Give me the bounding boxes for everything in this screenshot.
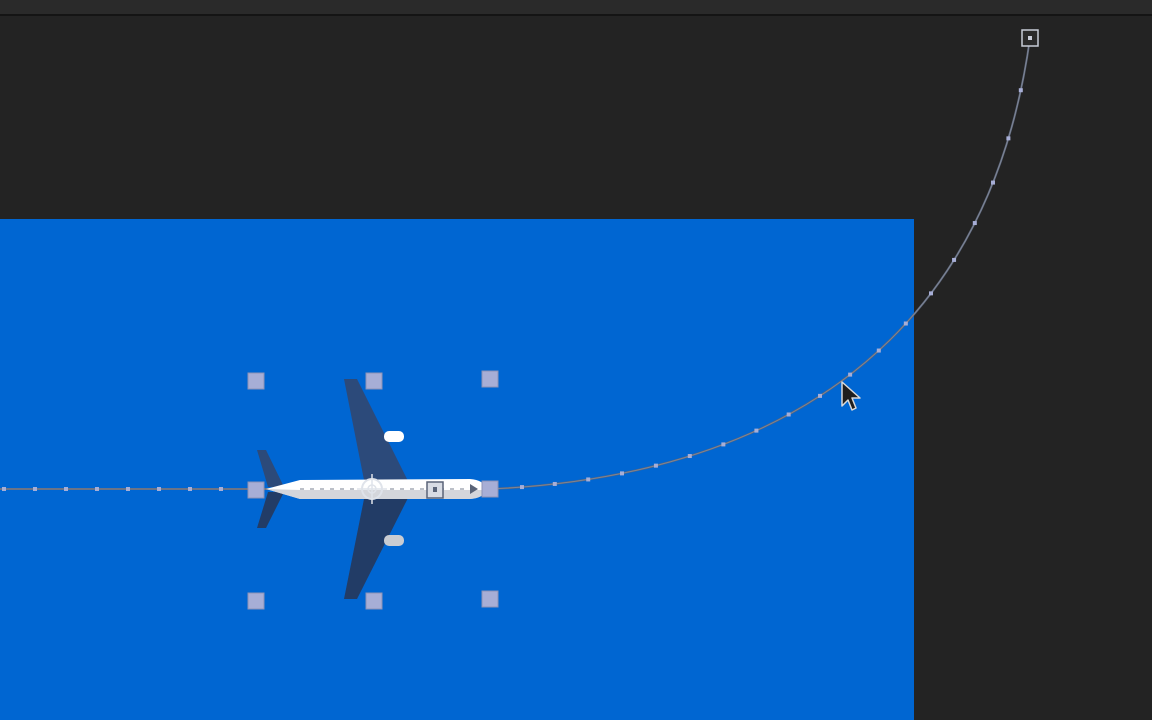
airplane-tail-upper xyxy=(257,450,284,487)
handle-bottom-left[interactable] xyxy=(247,592,265,610)
end-keyframe-icon[interactable] xyxy=(1021,29,1039,47)
motion-path-line[interactable] xyxy=(0,37,1031,490)
motion-path-dot xyxy=(586,477,591,482)
motion-path-dot xyxy=(126,487,130,491)
motion-path-dot xyxy=(818,393,822,398)
motion-path-dot xyxy=(33,487,37,491)
motion-path-dot xyxy=(876,348,881,353)
motion-path-keyframe-dots xyxy=(2,88,1023,491)
motion-path-dot xyxy=(848,372,853,377)
current-keyframe-icon[interactable] xyxy=(426,481,444,499)
handle-top-left[interactable] xyxy=(247,372,265,390)
handle-bottom-right[interactable] xyxy=(481,590,499,608)
handle-top-right[interactable] xyxy=(481,370,499,388)
motion-path-dot xyxy=(188,487,192,491)
motion-path-dot xyxy=(157,487,161,491)
airplane-wing-lower xyxy=(344,494,410,599)
motion-path-dot xyxy=(519,485,524,490)
airplane-engine-upper xyxy=(384,431,404,442)
motion-path-dot xyxy=(990,180,995,185)
arrow-cursor-icon xyxy=(841,381,861,411)
motion-path-dot xyxy=(2,487,6,491)
motion-path-dot xyxy=(219,487,223,491)
motion-path-dot xyxy=(721,442,726,447)
motion-path-dot xyxy=(972,221,977,226)
motion-path-dot xyxy=(64,487,68,491)
motion-path-dot xyxy=(552,481,557,486)
motion-path-line-highlight xyxy=(0,37,1031,490)
handle-middle-right[interactable] xyxy=(481,480,499,498)
airplane-engine-lower xyxy=(384,535,404,546)
motion-path-dot xyxy=(687,454,692,459)
motion-path-dot xyxy=(903,321,908,326)
motion-path-dot xyxy=(754,428,759,433)
motion-path-dot xyxy=(653,463,658,468)
motion-path-dot xyxy=(1006,136,1011,141)
motion-path-dot xyxy=(786,412,791,417)
motion-path-dot xyxy=(620,471,624,476)
motion-path-dot xyxy=(95,487,99,491)
motion-path-dot xyxy=(952,257,957,262)
handle-bottom-center[interactable] xyxy=(365,592,383,610)
composition-viewer[interactable] xyxy=(0,0,1152,720)
motion-path-dot xyxy=(929,291,933,296)
handle-top-center[interactable] xyxy=(365,372,383,390)
motion-path-overlay xyxy=(0,29,1039,610)
handle-middle-left[interactable] xyxy=(247,481,265,499)
motion-path-dot xyxy=(1018,88,1023,93)
